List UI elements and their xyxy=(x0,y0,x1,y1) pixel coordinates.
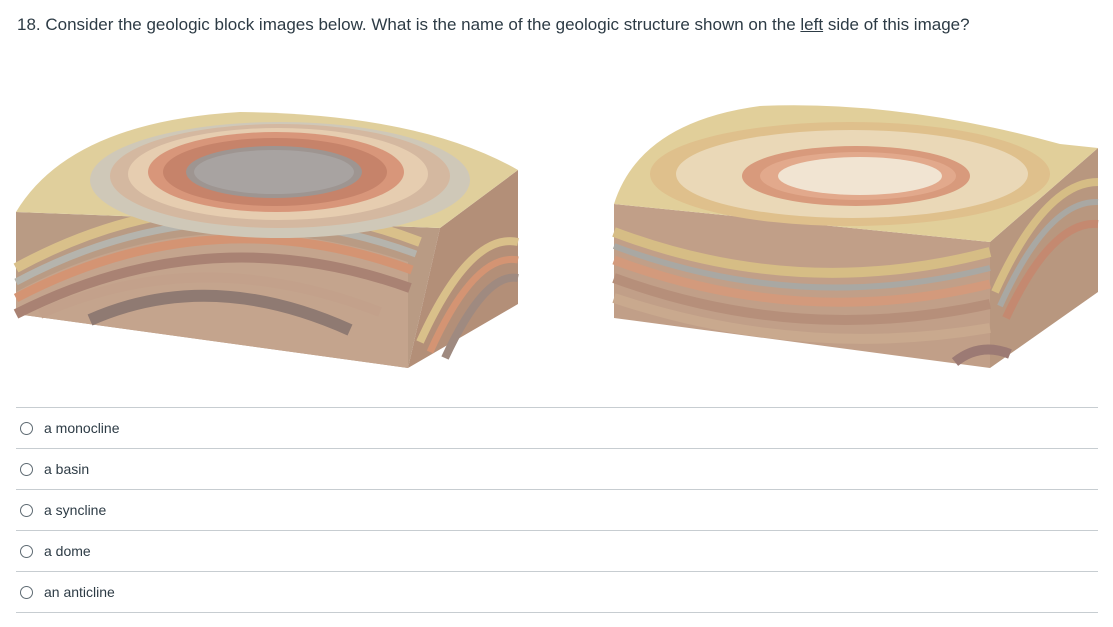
right-basin-block xyxy=(612,105,1099,368)
answer-option-a-syncline[interactable]: a syncline xyxy=(16,490,1098,531)
radio-button[interactable] xyxy=(20,544,33,558)
answer-label: a monocline xyxy=(44,420,120,436)
question-underlined-word: left xyxy=(800,15,824,34)
question-text-start: 18. Consider the geologic block images b… xyxy=(17,15,801,34)
question-text-end: side of this image? xyxy=(823,15,970,34)
answer-label: a dome xyxy=(44,543,91,559)
question-text: 18. Consider the geologic block images b… xyxy=(17,14,970,36)
radio-button[interactable] xyxy=(20,503,33,517)
left-dome-block xyxy=(13,112,519,368)
answer-label: a basin xyxy=(44,461,90,477)
answer-label: an anticline xyxy=(44,584,115,600)
answer-option-an-anticline[interactable]: an anticline xyxy=(16,572,1098,613)
answer-option-a-basin[interactable]: a basin xyxy=(16,449,1098,490)
answer-list: a monocline a basin a syncline a dome an… xyxy=(16,407,1098,613)
answer-option-a-monocline[interactable]: a monocline xyxy=(16,408,1098,449)
geologic-block-illustration xyxy=(13,105,1099,368)
radio-button[interactable] xyxy=(20,421,33,435)
answer-option-a-dome[interactable]: a dome xyxy=(16,531,1098,572)
radio-button[interactable] xyxy=(20,462,33,476)
geologic-block-figure xyxy=(0,92,1113,382)
answer-label: a syncline xyxy=(44,502,107,518)
radio-button[interactable] xyxy=(20,585,33,599)
